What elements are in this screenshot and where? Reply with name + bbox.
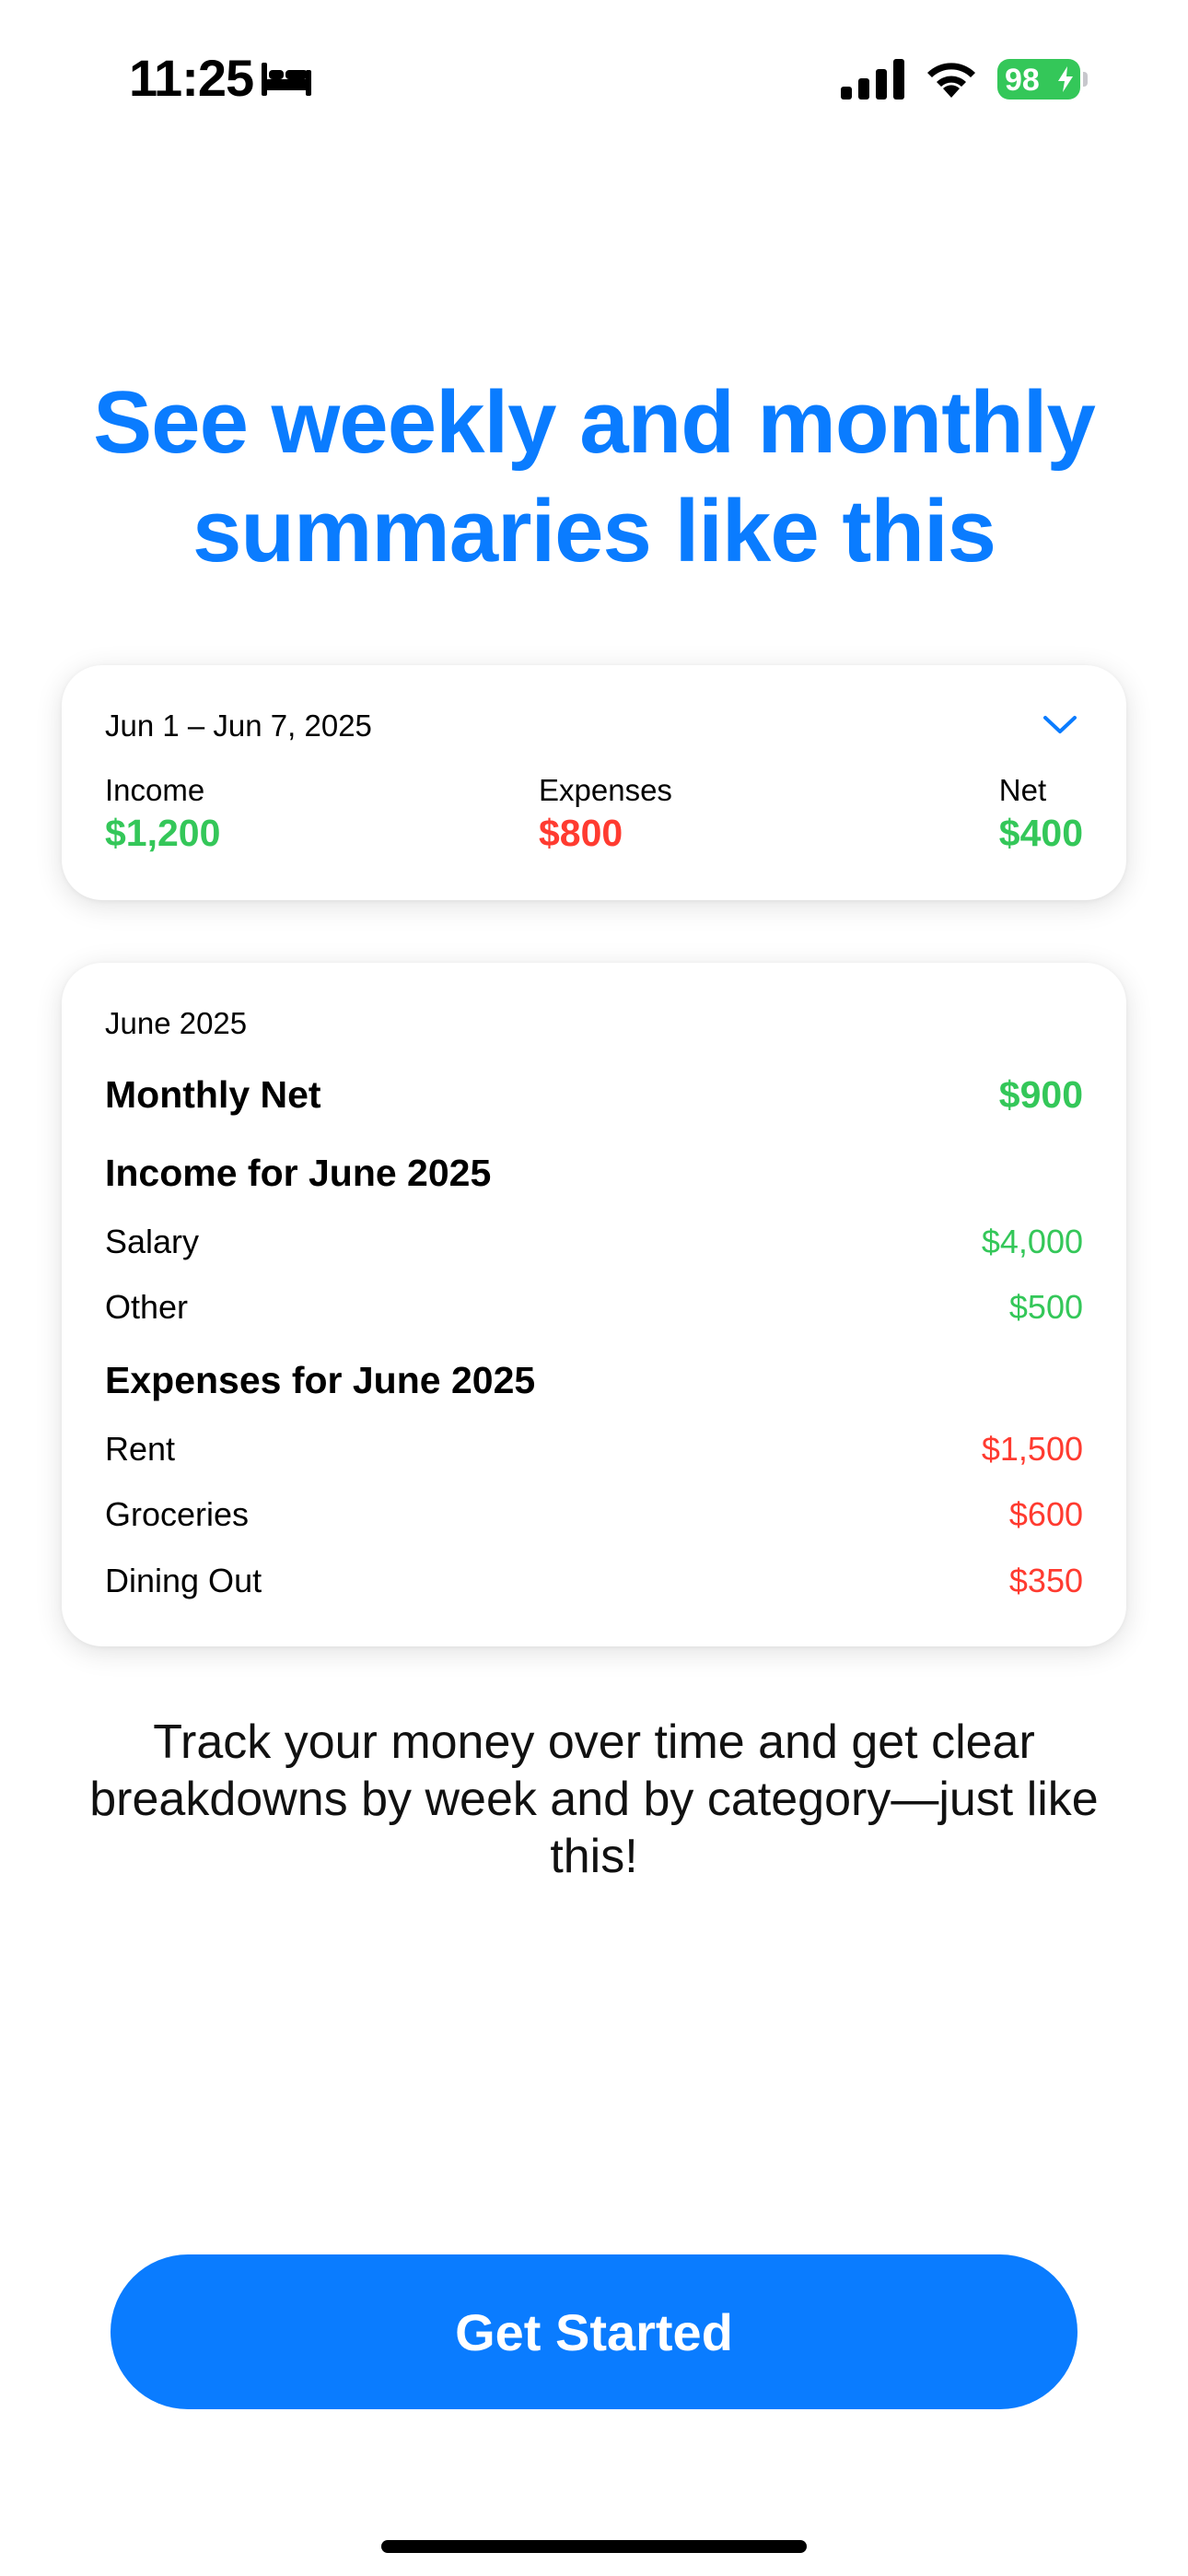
net-label: Net — [998, 773, 1047, 807]
monthly-summary-card: June 2025 Monthly Net $900 Income for Ju… — [62, 963, 1126, 1646]
list-item: Groceries $600 — [105, 1495, 1083, 1534]
battery-level: 98 — [1005, 63, 1040, 98]
expenses-label: Expenses — [539, 773, 672, 807]
monthly-net-value: $900 — [998, 1073, 1083, 1116]
income-item-value: $500 — [1008, 1288, 1083, 1326]
expense-item-value: $350 — [1008, 1562, 1083, 1599]
weekly-net: Net $400 — [999, 773, 1083, 855]
bed-icon — [262, 63, 311, 96]
battery-indicator: 98 — [997, 59, 1080, 100]
expense-item-label: Rent — [105, 1430, 176, 1468]
weekly-income: Income $1,200 — [105, 773, 220, 855]
battery-cap — [1083, 72, 1088, 87]
income-value: $1,200 — [105, 812, 221, 854]
expense-item-value: $600 — [1008, 1495, 1083, 1533]
onboarding-description: Track your money over time and get clear… — [89, 1715, 1099, 1883]
cellular-signal-icon — [841, 59, 904, 100]
expenses-value: $800 — [539, 812, 623, 854]
income-item-value: $4,000 — [981, 1223, 1083, 1260]
chevron-down-icon[interactable] — [1042, 713, 1078, 737]
weekly-expenses: Expenses $800 — [539, 773, 672, 855]
monthly-net-row: Monthly Net $900 — [105, 1073, 1083, 1117]
income-label: Income — [105, 773, 205, 807]
list-item: Other $500 — [105, 1288, 1083, 1327]
income-section-title: Income for June 2025 — [105, 1152, 492, 1194]
expenses-section-title: Expenses for June 2025 — [105, 1359, 536, 1401]
page-title: See weekly and monthly summaries like th… — [93, 373, 1096, 580]
net-value: $400 — [998, 812, 1083, 854]
list-item: Rent $1,500 — [105, 1430, 1083, 1469]
status-time: 11:25 — [129, 49, 254, 107]
status-bar: 11:25 98 — [0, 0, 1188, 157]
week-range: Jun 1 – Jun 7, 2025 — [105, 708, 372, 743]
wifi-icon — [927, 63, 975, 98]
list-item: Salary $4,000 — [105, 1223, 1083, 1261]
weekly-summary-card[interactable]: Jun 1 – Jun 7, 2025 Income $1,200 Expens… — [62, 665, 1126, 900]
home-indicator[interactable] — [381, 2540, 807, 2553]
month-label: June 2025 — [105, 1006, 248, 1040]
list-item: Dining Out $350 — [105, 1562, 1083, 1600]
expense-item-label: Dining Out — [105, 1562, 262, 1599]
charging-bolt-icon — [1058, 66, 1073, 92]
income-item-label: Other — [105, 1288, 189, 1326]
get-started-button[interactable]: Get Started — [111, 2254, 1077, 2409]
expense-item-value: $1,500 — [981, 1430, 1083, 1468]
income-item-label: Salary — [105, 1223, 200, 1260]
expense-item-label: Groceries — [105, 1495, 250, 1533]
monthly-net-label: Monthly Net — [105, 1073, 321, 1116]
